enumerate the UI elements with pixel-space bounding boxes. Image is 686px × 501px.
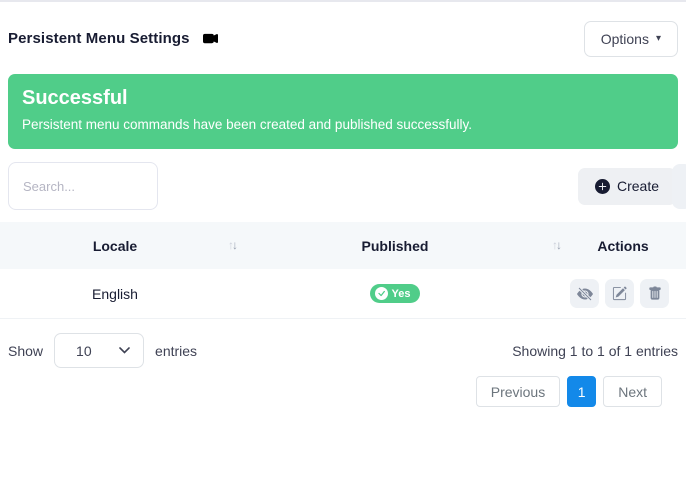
alert-title: Successful	[22, 87, 662, 110]
chevron-down-icon	[119, 347, 130, 354]
column-header-actions: Actions	[560, 238, 686, 254]
published-badge-label: Yes	[392, 288, 411, 300]
entries-summary: Showing 1 to 1 of 1 entries	[512, 343, 678, 359]
sort-icon[interactable]: ↑↓	[552, 237, 560, 251]
actions-cell	[560, 279, 686, 308]
options-button-label: Options	[601, 31, 649, 47]
persistent-menu-settings-card: Persistent Menu Settings Options ▾ Succe…	[0, 0, 686, 501]
column-label: Actions	[597, 238, 648, 254]
page-title: Persistent Menu Settings	[8, 30, 190, 47]
card-header: Persistent Menu Settings Options ▾	[0, 2, 686, 60]
search-input[interactable]	[8, 162, 158, 210]
column-header-locale[interactable]: Locale ↑↓	[0, 238, 230, 254]
next-page-button[interactable]: Next	[603, 376, 662, 407]
table-footer: Show 10 entries Showing 1 to 1 of 1 entr…	[8, 333, 678, 368]
column-label: Locale	[93, 238, 137, 254]
success-alert: Successful Persistent menu commands have…	[8, 74, 678, 149]
unpublish-button[interactable]	[570, 279, 599, 308]
edit-button[interactable]	[605, 279, 634, 308]
edit-icon	[612, 286, 627, 301]
alert-message: Persistent menu commands have been creat…	[22, 117, 662, 132]
published-cell: Yes	[230, 284, 560, 303]
show-label: Show	[8, 343, 43, 359]
create-button[interactable]: Create	[578, 168, 676, 205]
caret-down-icon: ▾	[656, 34, 661, 44]
table-header-row: Locale ↑↓ Published ↑↓ Actions	[0, 222, 686, 269]
published-status-badge: Yes	[370, 284, 421, 303]
page-number-button[interactable]: 1	[567, 376, 596, 407]
create-button-label: Create	[617, 178, 659, 194]
entries-label: entries	[155, 343, 197, 359]
column-label: Published	[362, 238, 429, 254]
locales-table: Locale ↑↓ Published ↑↓ Actions English	[0, 222, 686, 319]
options-button[interactable]: Options ▾	[584, 21, 678, 57]
page-size-select[interactable]: 10	[54, 333, 144, 368]
page-size-value: 10	[76, 343, 92, 359]
pagination: Previous 1 Next	[0, 376, 662, 407]
plus-circle-icon	[595, 179, 610, 194]
offscreen-button-partial	[672, 164, 686, 209]
column-header-published[interactable]: Published ↑↓	[230, 238, 560, 254]
table-row: English Yes	[0, 269, 686, 319]
trash-icon	[648, 286, 662, 301]
locale-cell: English	[0, 286, 230, 302]
table-toolbar: Create	[8, 162, 678, 210]
check-circle-icon	[375, 287, 388, 300]
eye-slash-icon	[577, 286, 593, 302]
delete-button[interactable]	[640, 279, 669, 308]
video-camera-icon[interactable]	[202, 31, 219, 46]
previous-page-button[interactable]: Previous	[476, 376, 560, 407]
